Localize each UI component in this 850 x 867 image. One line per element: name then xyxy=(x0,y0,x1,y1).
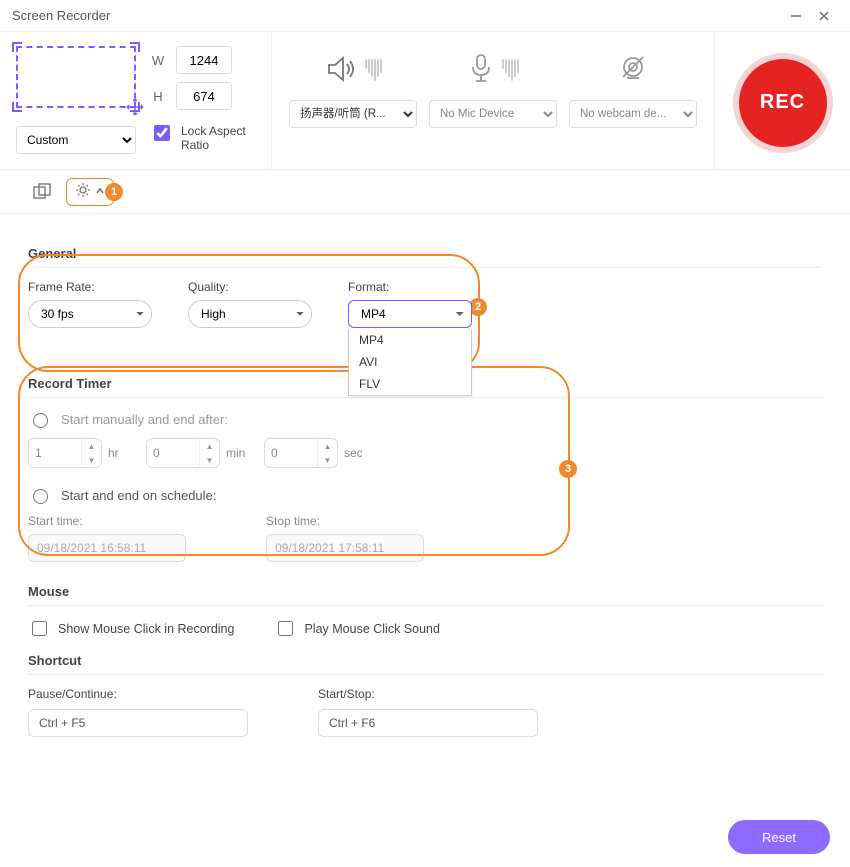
stepper-up[interactable]: ▲ xyxy=(82,439,101,453)
lock-aspect-label: Lock Aspect Ratio xyxy=(181,124,261,153)
show-click-checkbox[interactable] xyxy=(32,621,47,636)
settings-toggle[interactable]: 1 xyxy=(66,178,114,206)
settings-panel: 2 3 General Frame Rate: 30 fps Quality: … xyxy=(0,214,850,747)
general-heading: General xyxy=(28,246,822,268)
speaker-select[interactable]: 扬声器/听筒 (R... xyxy=(289,100,417,128)
schedule-radio[interactable] xyxy=(33,489,48,504)
format-label: Format: xyxy=(348,280,472,294)
window-title: Screen Recorder xyxy=(12,8,782,23)
start-time-input[interactable] xyxy=(28,534,186,562)
hours-input[interactable] xyxy=(29,439,81,467)
height-label: H xyxy=(150,89,166,104)
quality-label: Quality: xyxy=(188,280,312,294)
region-preview[interactable] xyxy=(16,46,136,108)
callout-badge-3: 3 xyxy=(559,460,577,478)
stepper-up[interactable]: ▲ xyxy=(318,439,337,453)
minutes-unit: min xyxy=(226,446,254,460)
callout-badge-1: 1 xyxy=(105,183,123,201)
mic-icon xyxy=(468,53,494,88)
hours-stepper[interactable]: ▲▼ xyxy=(28,438,102,468)
hours-unit: hr xyxy=(108,446,136,460)
record-button[interactable]: REC xyxy=(739,59,827,147)
stepper-down[interactable]: ▼ xyxy=(200,453,219,467)
format-select[interactable]: MP4 xyxy=(348,300,472,328)
manual-radio[interactable] xyxy=(33,413,48,428)
format-option[interactable]: MP4 xyxy=(349,329,471,351)
format-option[interactable]: FLV xyxy=(349,373,471,395)
region-section: Custom W H Lock Aspect Ratio xyxy=(0,32,272,169)
stepper-up[interactable]: ▲ xyxy=(200,439,219,453)
startstop-shortcut-label: Start/Stop: xyxy=(318,687,538,701)
play-sound-label: Play Mouse Click Sound xyxy=(304,622,439,636)
minimize-button[interactable] xyxy=(782,2,810,30)
frame-rate-label: Frame Rate: xyxy=(28,280,152,294)
mic-level-icon xyxy=(502,59,519,81)
stop-time-input[interactable] xyxy=(266,534,424,562)
width-input[interactable] xyxy=(176,46,232,74)
mouse-heading: Mouse xyxy=(28,584,822,606)
startstop-shortcut-input[interactable] xyxy=(318,709,538,737)
pause-shortcut-label: Pause/Continue: xyxy=(28,687,248,701)
settings-toolbar: 1 xyxy=(0,170,850,214)
lock-aspect-checkbox[interactable] xyxy=(154,125,170,141)
manual-label: Start manually and end after: xyxy=(61,412,228,427)
format-option[interactable]: AVI xyxy=(349,351,471,373)
seconds-stepper[interactable]: ▲▼ xyxy=(264,438,338,468)
footer: Reset xyxy=(0,807,850,867)
reset-button[interactable]: Reset xyxy=(728,820,830,854)
show-click-label: Show Mouse Click in Recording xyxy=(58,622,234,636)
stepper-down[interactable]: ▼ xyxy=(82,453,101,467)
webcam-select[interactable]: No webcam de... xyxy=(569,100,697,128)
schedule-label: Start and end on schedule: xyxy=(61,488,216,503)
titlebar: Screen Recorder xyxy=(0,0,850,32)
devices-section: 扬声器/听筒 (R... No Mic Device xyxy=(272,32,715,169)
play-sound-checkbox[interactable] xyxy=(278,621,293,636)
speaker-icon xyxy=(325,54,357,87)
speaker-level-icon xyxy=(365,59,382,81)
seconds-unit: sec xyxy=(344,446,372,460)
chevron-up-icon xyxy=(95,184,105,199)
layout-icon[interactable] xyxy=(28,178,56,206)
minutes-stepper[interactable]: ▲▼ xyxy=(146,438,220,468)
pause-shortcut-input[interactable] xyxy=(28,709,248,737)
minutes-input[interactable] xyxy=(147,439,199,467)
webcam-icon xyxy=(618,54,648,87)
stepper-down[interactable]: ▼ xyxy=(318,453,337,467)
move-icon xyxy=(126,98,144,116)
gear-icon xyxy=(75,182,91,201)
stop-time-label: Stop time: xyxy=(266,514,424,528)
region-mode-select[interactable]: Custom xyxy=(16,126,136,154)
close-button[interactable] xyxy=(810,2,838,30)
format-dropdown: MP4 AVI FLV xyxy=(348,329,472,396)
quality-select[interactable]: High xyxy=(188,300,312,328)
seconds-input[interactable] xyxy=(265,439,317,467)
start-time-label: Start time: xyxy=(28,514,186,528)
height-input[interactable] xyxy=(176,82,232,110)
record-button-label: REC xyxy=(760,91,805,114)
width-label: W xyxy=(150,53,166,68)
frame-rate-select[interactable]: 30 fps xyxy=(28,300,152,328)
record-section: REC xyxy=(715,32,850,169)
top-controls: Custom W H Lock Aspect Ratio xyxy=(0,32,850,170)
shortcut-heading: Shortcut xyxy=(28,653,822,675)
mic-select[interactable]: No Mic Device xyxy=(429,100,557,128)
